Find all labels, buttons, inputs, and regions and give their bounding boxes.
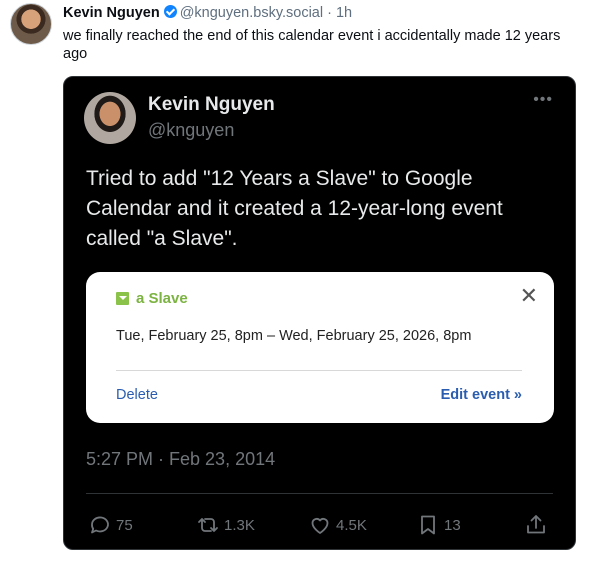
bookmark-count: 13 [444, 516, 461, 534]
calendar-color-icon [116, 292, 129, 305]
calendar-event-popup: a Slave ✕ Tue, February 25, 8pm – Wed, F… [86, 272, 554, 423]
embed-author-handle: @knguyen [148, 120, 235, 140]
event-title: a Slave [116, 290, 188, 307]
reply-action: 75 [88, 513, 133, 537]
embed-author-name: Kevin Nguyen [148, 94, 275, 115]
post-time[interactable]: · 1h [327, 5, 352, 21]
author-handle[interactable]: @knguyen.bsky.social [180, 5, 323, 21]
delete-link: Delete [116, 387, 158, 403]
repost-icon [198, 518, 218, 532]
divider [86, 493, 553, 494]
like-count: 4.5K [336, 516, 367, 534]
more-options-icon: ••• [533, 91, 553, 108]
embedded-screenshot-card[interactable]: Kevin Nguyen @knguyen ••• Tried to add "… [63, 76, 576, 550]
verified-badge-icon [163, 5, 177, 18]
bookmark-action: 13 [416, 513, 461, 537]
close-icon: ✕ [519, 283, 538, 308]
embed-avatar [84, 92, 136, 144]
event-datetime: Tue, February 25, 8pm – Wed, February 25… [116, 328, 472, 344]
share-action [524, 513, 552, 537]
reply-icon [91, 516, 109, 534]
repost-action: 1.3K [196, 513, 255, 537]
like-action: 4.5K [308, 513, 367, 537]
author-name[interactable]: Kevin Nguyen [63, 5, 160, 21]
bookmark-icon [421, 515, 435, 535]
embed-timestamp: 5:27 PM · Feb 23, 2014 [86, 449, 276, 469]
edit-event-link: Edit event » [440, 387, 522, 403]
share-icon [527, 515, 545, 534]
action-bar: 75 1.3K 4.5K 13 [86, 513, 553, 537]
event-title-text: a Slave [136, 290, 188, 307]
post-text: we finally reached the end of this calen… [63, 28, 561, 62]
divider [116, 370, 522, 371]
avatar[interactable] [10, 3, 52, 45]
reply-count: 75 [116, 516, 133, 534]
heart-icon [311, 518, 329, 534]
repost-count: 1.3K [224, 516, 255, 534]
embed-text: Tried to add "12 Years a Slave" to Googl… [86, 167, 503, 250]
post-header: Kevin Nguyen @knguyen.bsky.social · 1h [63, 5, 352, 21]
